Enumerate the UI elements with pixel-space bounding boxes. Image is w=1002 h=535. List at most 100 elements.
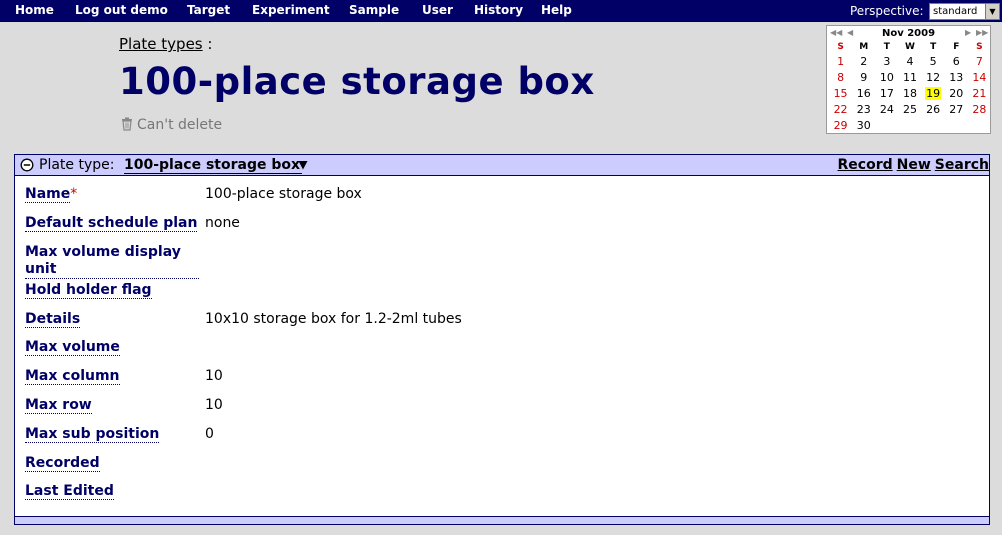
required-marker: *: [70, 186, 78, 202]
calendar-day-label: 17: [879, 86, 894, 100]
calendar-day[interactable]: 18: [898, 85, 921, 101]
calendar-empty-cell: [898, 117, 921, 133]
search-link[interactable]: Search: [935, 157, 989, 173]
field-label-max-volume[interactable]: Max volume: [25, 339, 199, 356]
calendar-day[interactable]: 29: [829, 117, 852, 133]
field-label-last-edited[interactable]: Last Edited: [25, 483, 199, 500]
field-label-max-column[interactable]: Max column: [25, 368, 199, 385]
field-value-name: 100-place storage box: [205, 186, 362, 202]
calendar-day[interactable]: 8: [829, 69, 852, 85]
calendar-day[interactable]: 16: [852, 85, 875, 101]
nav-log-out[interactable]: Log out demo: [75, 3, 168, 17]
calendar-day[interactable]: 22: [829, 101, 852, 117]
calendar-day[interactable]: 28: [968, 101, 991, 117]
calendar-day-label: 9: [860, 70, 868, 84]
next-year-icon[interactable]: ▶▶: [976, 28, 988, 37]
calendar-day-label: 18: [902, 86, 917, 100]
calendar-day[interactable]: 11: [898, 69, 921, 85]
calendar-day-label: 24: [879, 102, 894, 116]
calendar-day[interactable]: 1: [829, 53, 852, 69]
select-arrow-icon[interactable]: ▼: [985, 4, 999, 19]
breadcrumb-plate-types[interactable]: Plate types: [119, 35, 203, 53]
calendar-day[interactable]: 25: [898, 101, 921, 117]
calendar-day-label: 14: [972, 70, 987, 84]
mini-calendar: ◀◀ ◀ Nov 2009 ▶ ▶▶ S M T W T F S 1 2 3 4 5 6 7 8 9 10 11 1…: [826, 25, 991, 134]
calendar-day[interactable]: 13: [945, 69, 968, 85]
field-value-max-sub-position: 0: [205, 426, 214, 442]
nav-user[interactable]: User: [422, 3, 453, 17]
calendar-day-label: 3: [883, 54, 891, 68]
calendar-day-label: 13: [949, 70, 964, 84]
calendar-day[interactable]: 10: [875, 69, 898, 85]
nav-target[interactable]: Target: [187, 3, 230, 17]
calendar-day[interactable]: 9: [852, 69, 875, 85]
calendar-day[interactable]: 24: [875, 101, 898, 117]
field-label-name[interactable]: Name*: [25, 186, 199, 203]
calendar-day[interactable]: 4: [898, 53, 921, 69]
calendar-header: ◀◀ ◀ Nov 2009 ▶ ▶▶: [827, 28, 990, 40]
calendar-weekday: F: [953, 41, 960, 52]
perspective-select[interactable]: standard ▼: [929, 3, 1000, 20]
calendar-day[interactable]: 5: [922, 53, 945, 69]
field-label-max-sub-position[interactable]: Max sub position: [25, 426, 199, 443]
calendar-day[interactable]: 30: [852, 117, 875, 133]
field-value-max-column: 10: [205, 368, 223, 384]
calendar-day[interactable]: 17: [875, 85, 898, 101]
calendar-day-label: 6: [952, 54, 960, 68]
calendar-day[interactable]: 20: [945, 85, 968, 101]
nav-sample[interactable]: Sample: [349, 3, 399, 17]
field-label-max-volume-display-unit[interactable]: Max volume display unit: [25, 244, 199, 279]
field-label-hold-holder-flag[interactable]: Hold holder flag: [25, 282, 199, 299]
panel-footer: [15, 516, 989, 524]
calendar-day-label: 12: [926, 70, 941, 84]
calendar-day-today[interactable]: 19: [922, 85, 945, 101]
field-label-default-schedule-plan[interactable]: Default schedule plan: [25, 215, 199, 232]
panel-header: Plate type: 100-place storage box Record…: [15, 155, 989, 176]
calendar-day[interactable]: 12: [922, 69, 945, 85]
calendar-empty-cell: [875, 117, 898, 133]
calendar-weekday: M: [859, 41, 869, 52]
calendar-empty-cell: [945, 117, 968, 133]
calendar-day-label: 8: [837, 70, 845, 84]
record-link[interactable]: Record: [838, 157, 893, 173]
field-label-max-row[interactable]: Max row: [25, 397, 199, 414]
nav-help[interactable]: Help: [541, 3, 572, 17]
calendar-day-label: 28: [972, 102, 987, 116]
calendar-day[interactable]: 21: [968, 85, 991, 101]
calendar-day[interactable]: 26: [922, 101, 945, 117]
calendar-day[interactable]: 14: [968, 69, 991, 85]
dropdown-arrow-icon[interactable]: [298, 160, 308, 170]
calendar-week-row: 29 30: [829, 117, 991, 133]
calendar-weekday: T: [930, 41, 937, 52]
field-label-details[interactable]: Details: [25, 311, 199, 328]
field-value-default-schedule-plan: none: [205, 215, 240, 231]
calendar-day[interactable]: 27: [945, 101, 968, 117]
nav-home[interactable]: Home: [15, 3, 54, 17]
calendar-day[interactable]: 6: [945, 53, 968, 69]
nav-experiment[interactable]: Experiment: [252, 3, 330, 17]
calendar-day-label: 27: [949, 102, 964, 116]
calendar-day-label: 23: [856, 102, 871, 116]
field-label-recorded[interactable]: Recorded: [25, 455, 199, 472]
calendar-day-label: 29: [833, 118, 848, 132]
panel-actions: Record New Search: [834, 157, 989, 173]
calendar-day[interactable]: 7: [968, 53, 991, 69]
next-month-icon[interactable]: ▶: [965, 28, 971, 37]
calendar-weekday-row: SMTWTFS: [829, 40, 991, 53]
calendar-day[interactable]: 15: [829, 85, 852, 101]
calendar-day[interactable]: 2: [852, 53, 875, 69]
nav-history[interactable]: History: [474, 3, 523, 17]
field-value-max-row: 10: [205, 397, 223, 413]
calendar-day-label: 1: [837, 54, 845, 68]
calendar-day[interactable]: 23: [852, 101, 875, 117]
plate-type-select[interactable]: 100-place storage box: [124, 157, 303, 174]
calendar-day-label: 2: [860, 54, 868, 68]
calendar-day-label: 20: [949, 86, 964, 100]
new-link[interactable]: New: [897, 157, 931, 173]
calendar-empty-cell: [968, 117, 991, 133]
calendar-day-label: 15: [833, 86, 848, 100]
calendar-day[interactable]: 3: [875, 53, 898, 69]
trash-icon: [121, 117, 133, 135]
calendar-day-label: 21: [972, 86, 987, 100]
collapse-icon[interactable]: [20, 158, 34, 172]
